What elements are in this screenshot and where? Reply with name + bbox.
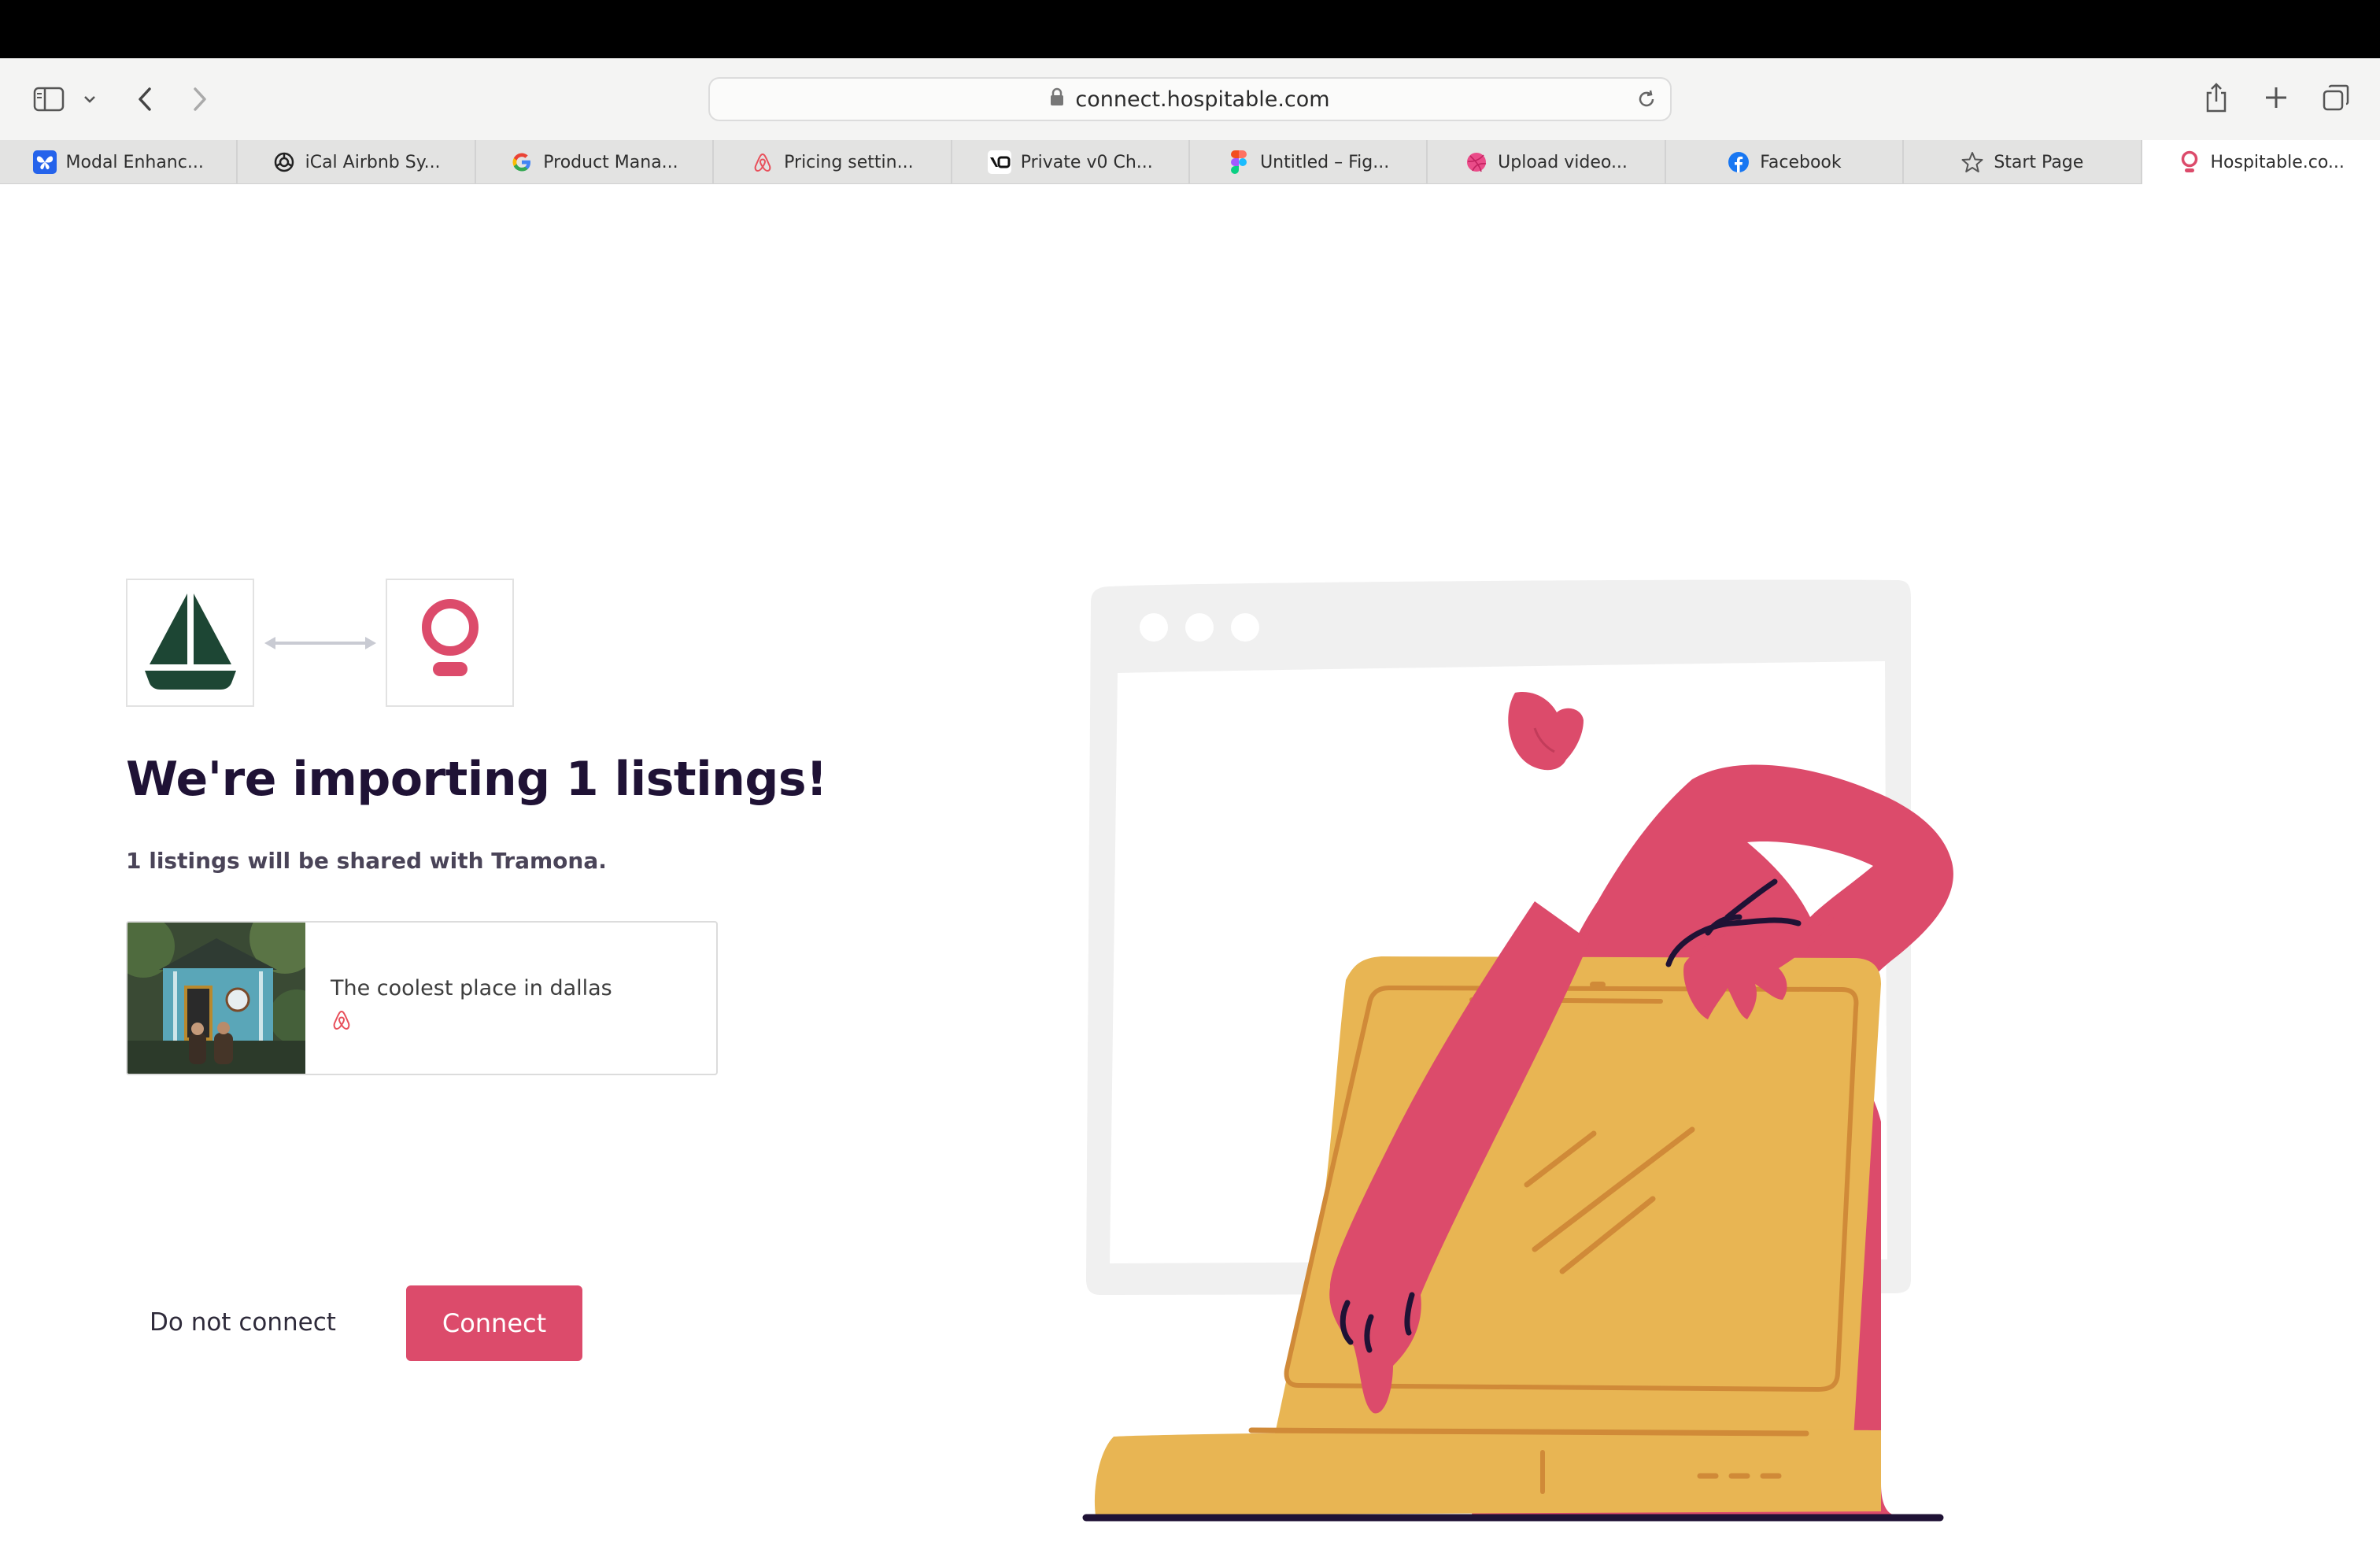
tab-bar: Modal Enhanc... iCal Airbnb Sy... Produc… bbox=[0, 140, 2380, 184]
connect-button[interactable]: Connect bbox=[406, 1285, 582, 1361]
tramona-logo-box bbox=[126, 579, 254, 707]
v0-icon bbox=[987, 150, 1011, 174]
listing-photo bbox=[128, 923, 324, 1074]
page-content: We're importing 1 listings! 1 listings w… bbox=[0, 185, 2380, 1546]
tab-pricing-settings[interactable]: Pricing settin... bbox=[714, 140, 952, 184]
reload-icon[interactable] bbox=[1635, 88, 1658, 114]
chevron-down-icon[interactable] bbox=[82, 91, 98, 107]
browser-toolbar: connect.hospitable.com bbox=[0, 58, 2380, 140]
tab-hospitable[interactable]: Hospitable.co... bbox=[2142, 140, 2380, 184]
new-tab-icon[interactable] bbox=[2262, 83, 2290, 112]
google-icon bbox=[510, 150, 534, 174]
tab-label: Pricing settin... bbox=[784, 152, 914, 172]
tab-product-manager[interactable]: Product Mana... bbox=[476, 140, 715, 184]
hospitable-icon bbox=[2178, 150, 2201, 174]
url-text: connect.hospitable.com bbox=[1075, 87, 1330, 112]
forward-arrow-icon[interactable] bbox=[189, 82, 211, 117]
share-icon[interactable] bbox=[2202, 79, 2230, 117]
screen-top-bar bbox=[0, 0, 2380, 58]
tab-upload-video[interactable]: Upload video... bbox=[1428, 140, 1666, 184]
page-title: We're importing 1 listings! bbox=[126, 752, 827, 807]
tab-facebook[interactable]: Facebook bbox=[1666, 140, 1905, 184]
page-subtitle: 1 listings will be shared with Tramona. bbox=[126, 848, 607, 874]
airbnb-icon bbox=[331, 1009, 353, 1035]
hospitable-logo-box bbox=[386, 579, 514, 707]
listing-card: The coolest place in dallas bbox=[126, 921, 718, 1075]
tab-label: Private v0 Ch... bbox=[1020, 152, 1153, 172]
tab-label: Upload video... bbox=[1498, 152, 1628, 172]
tab-label: iCal Airbnb Sy... bbox=[305, 152, 441, 172]
tab-untitled-figma[interactable]: Untitled – Fig... bbox=[1190, 140, 1428, 184]
sidebar-toggle-icon[interactable] bbox=[31, 83, 66, 115]
facebook-icon bbox=[1727, 150, 1750, 174]
figma-icon bbox=[1227, 150, 1251, 174]
double-arrow-icon bbox=[264, 635, 376, 655]
openai-icon bbox=[272, 150, 296, 174]
tab-label: Facebook bbox=[1760, 152, 1842, 172]
illustration bbox=[1062, 571, 1999, 1535]
tab-start-page[interactable]: Start Page bbox=[1904, 140, 2142, 184]
sailboat-icon bbox=[135, 586, 246, 700]
tab-label: Untitled – Fig... bbox=[1260, 152, 1390, 172]
back-arrow-icon[interactable] bbox=[134, 82, 156, 117]
hospitable-logo-icon bbox=[415, 597, 486, 688]
tab-ical-airbnb[interactable]: iCal Airbnb Sy... bbox=[238, 140, 476, 184]
do-not-connect-button[interactable]: Do not connect bbox=[150, 1285, 336, 1359]
butterfly-icon bbox=[32, 150, 57, 174]
address-bar[interactable]: connect.hospitable.com bbox=[708, 77, 1672, 121]
lock-icon bbox=[1050, 87, 1064, 112]
star-icon bbox=[1961, 150, 1984, 174]
tab-overview-icon[interactable] bbox=[2320, 82, 2352, 113]
tab-label: Hospitable.co... bbox=[2210, 152, 2345, 172]
dribbble-icon bbox=[1465, 150, 1488, 174]
listing-name: The coolest place in dallas bbox=[331, 976, 612, 1000]
tab-modal-enhance[interactable]: Modal Enhanc... bbox=[0, 140, 238, 184]
tab-label: Modal Enhanc... bbox=[65, 152, 204, 172]
connection-logos bbox=[126, 579, 516, 708]
airbnb-icon bbox=[751, 150, 774, 174]
tab-label: Product Mana... bbox=[543, 152, 678, 172]
tab-private-v0[interactable]: Private v0 Ch... bbox=[952, 140, 1190, 184]
tab-label: Start Page bbox=[1994, 152, 2084, 172]
